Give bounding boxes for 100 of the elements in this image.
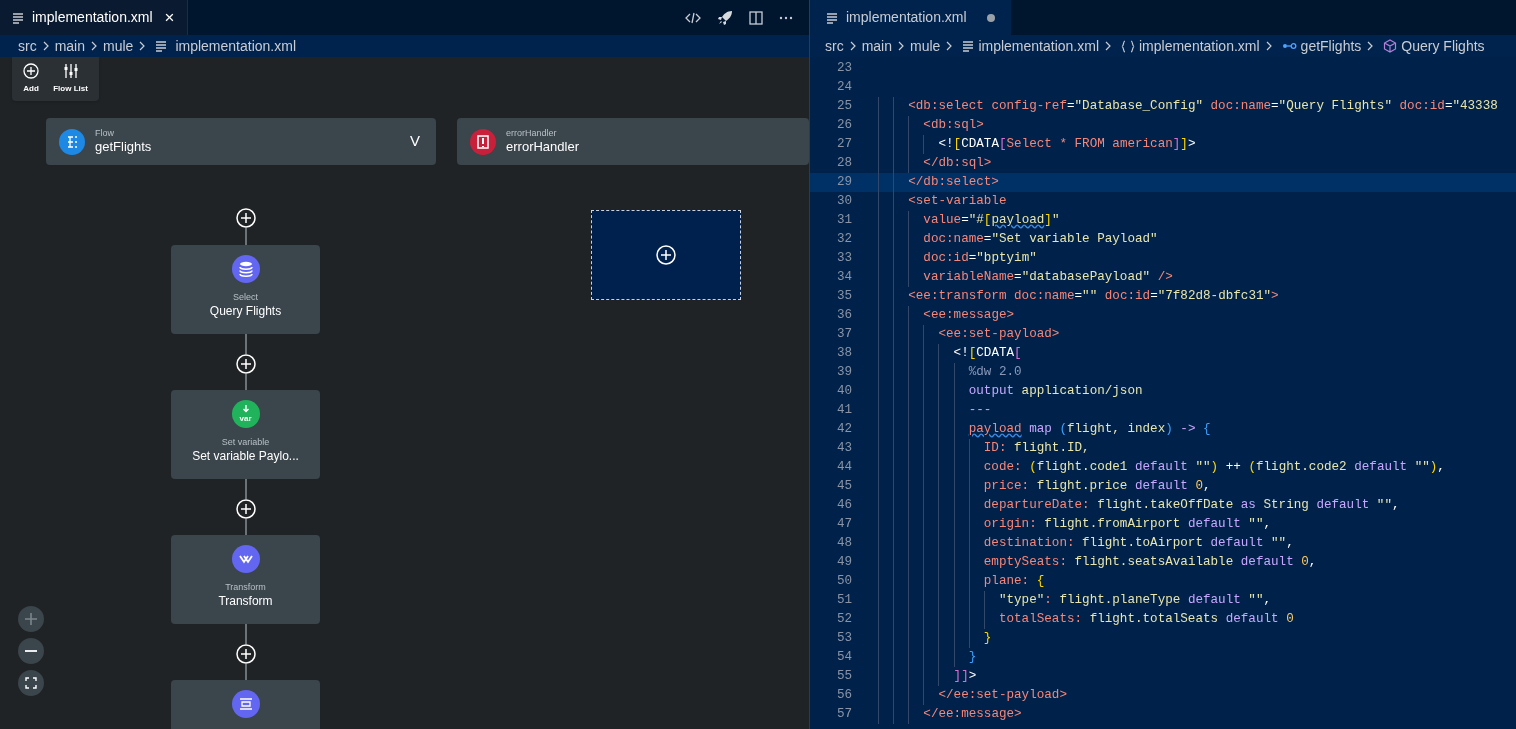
flow-list-button[interactable]: Flow List xyxy=(49,63,92,95)
line-number: 33 xyxy=(835,250,852,268)
line-number: 49 xyxy=(835,554,852,572)
line-number: 40 xyxy=(835,383,852,401)
drop-zone[interactable] xyxy=(591,210,741,300)
split-editor-icon[interactable] xyxy=(749,10,763,25)
code-line: price: flight.price default 0, xyxy=(878,477,1211,496)
breadcrumb-item[interactable]: mule xyxy=(910,35,941,57)
flow-card[interactable]: Flow getFlights V xyxy=(46,118,437,165)
code-line: </db:select> xyxy=(878,173,999,192)
step-type-label: Set variable xyxy=(221,437,270,448)
line-number: 35 xyxy=(835,288,852,306)
line-number: 26 xyxy=(835,117,852,135)
line-number: 53 xyxy=(835,630,852,648)
code-line: </ee:message> xyxy=(878,705,1022,724)
line-number: 43 xyxy=(835,440,852,458)
card-type-label: Flow xyxy=(95,128,114,139)
code-line: <ee:set-payload> xyxy=(878,325,1060,344)
line-number: 48 xyxy=(835,535,852,553)
flow-step-card[interactable]: Transform Transform xyxy=(171,535,320,624)
close-tab-button[interactable]: × xyxy=(164,9,175,26)
line-number: 38 xyxy=(835,345,852,363)
breadcrumb-item[interactable]: implementation.xml xyxy=(978,35,1099,57)
code-line: </db:sql> xyxy=(878,154,992,173)
code-line: --- xyxy=(878,401,992,420)
breadcrumb-item[interactable]: implementation.xml xyxy=(175,35,296,57)
line-number: 46 xyxy=(835,497,852,515)
line-number: 47 xyxy=(835,516,852,534)
add-step-icon[interactable] xyxy=(235,644,256,664)
line-number: 41 xyxy=(835,402,852,420)
step-title: Query Flights xyxy=(209,303,282,319)
error-handler-card[interactable]: errorHandler errorHandler xyxy=(457,118,809,165)
code-line: } xyxy=(878,629,992,648)
card-title: errorHandler xyxy=(506,139,579,155)
expand-toggle[interactable]: V xyxy=(410,130,421,153)
breadcrumb-item[interactable]: implementation.xml xyxy=(1139,35,1260,57)
add-step-icon[interactable] xyxy=(235,354,256,374)
line-number: 28 xyxy=(835,155,852,173)
line-number: 36 xyxy=(835,307,852,325)
code-line: </ee:set-payload> xyxy=(878,686,1067,705)
code-icon[interactable] xyxy=(685,10,701,25)
code-line: plane: { xyxy=(878,572,1045,591)
line-number: 54 xyxy=(835,649,852,667)
line-number: 30 xyxy=(835,193,852,211)
line-number: 27 xyxy=(835,136,852,154)
code-line: <db:select config-ref="Database_Config" doc:name="Query Flights" doc:id="43338 xyxy=(878,97,1498,116)
breadcrumb-item[interactable]: src xyxy=(825,35,844,57)
code-line: departureDate: flight.takeOffDate as String default "", xyxy=(878,496,1400,515)
step-type-label: Select xyxy=(233,292,258,303)
breadcrumb-item[interactable]: main xyxy=(861,35,893,57)
editor-tab[interactable]: implementation.xml xyxy=(810,0,1011,35)
chevron-right-icon xyxy=(1103,40,1113,52)
braces-icon xyxy=(1121,39,1135,53)
zoom-in-button[interactable] xyxy=(18,606,44,632)
breadcrumb-item[interactable]: src xyxy=(18,35,37,57)
code-line: ]]> xyxy=(878,667,977,686)
flow-step-card[interactable]: Select Query Flights xyxy=(171,245,320,334)
line-number: 37 xyxy=(835,326,852,344)
code-line: code: (flight.code1 default "") ++ (flight.code2 default ""), xyxy=(878,458,1445,477)
minus-icon xyxy=(25,650,37,652)
add-icon xyxy=(23,63,40,79)
code-line: output application/json xyxy=(878,382,1143,401)
card-type-label: errorHandler xyxy=(506,128,557,139)
line-number: 51 xyxy=(835,592,852,610)
line-number: 34 xyxy=(835,269,852,287)
line-number: 25 xyxy=(835,98,852,116)
code-line: emptySeats: flight.seatsAvailable default 0, xyxy=(878,553,1317,572)
add-button[interactable]: Add xyxy=(19,63,44,95)
line-number: 57 xyxy=(835,706,852,724)
breadcrumb-item[interactable]: getFlights xyxy=(1300,35,1362,57)
database-icon xyxy=(231,255,260,283)
fullscreen-icon xyxy=(25,677,37,689)
connection-icon xyxy=(1281,40,1297,52)
transform-icon xyxy=(231,545,260,573)
code-line: <![CDATA[ xyxy=(878,344,1022,363)
cube-icon xyxy=(1383,39,1398,53)
breadcrumb-item[interactable]: mule xyxy=(103,35,134,57)
editor-tab[interactable]: implementation.xml × xyxy=(0,0,188,35)
code-line: <![CDATA[Select * FROM american]]> xyxy=(878,135,1196,154)
zoom-out-button[interactable] xyxy=(18,638,44,664)
add-step-icon[interactable] xyxy=(235,499,256,519)
add-step-icon[interactable] xyxy=(235,208,256,228)
code-line: origin: flight.fromAirport default "", xyxy=(878,515,1272,534)
sliders-icon xyxy=(62,63,79,79)
code-line: variableName="databasePayload" /> xyxy=(878,268,1173,287)
step-title: Set variable Paylo... xyxy=(192,448,299,464)
code-line: ID: flight.ID, xyxy=(878,439,1090,458)
breadcrumb-item[interactable]: main xyxy=(54,35,86,57)
step-title: Transform xyxy=(218,593,273,609)
add-icon[interactable] xyxy=(656,245,676,265)
line-number: 23 xyxy=(835,60,852,78)
line-number: 39 xyxy=(835,364,852,382)
fit-view-button[interactable] xyxy=(18,670,44,696)
flow-step-card[interactable]: var Set variable Set variable Paylo... xyxy=(171,390,320,479)
rocket-icon[interactable] xyxy=(717,9,733,26)
code-line: <set-variable xyxy=(878,192,1007,211)
code-line: } xyxy=(878,648,977,667)
breadcrumb-item[interactable]: Query Flights xyxy=(1401,35,1485,57)
error-icon xyxy=(470,128,497,155)
more-icon[interactable] xyxy=(779,15,793,20)
